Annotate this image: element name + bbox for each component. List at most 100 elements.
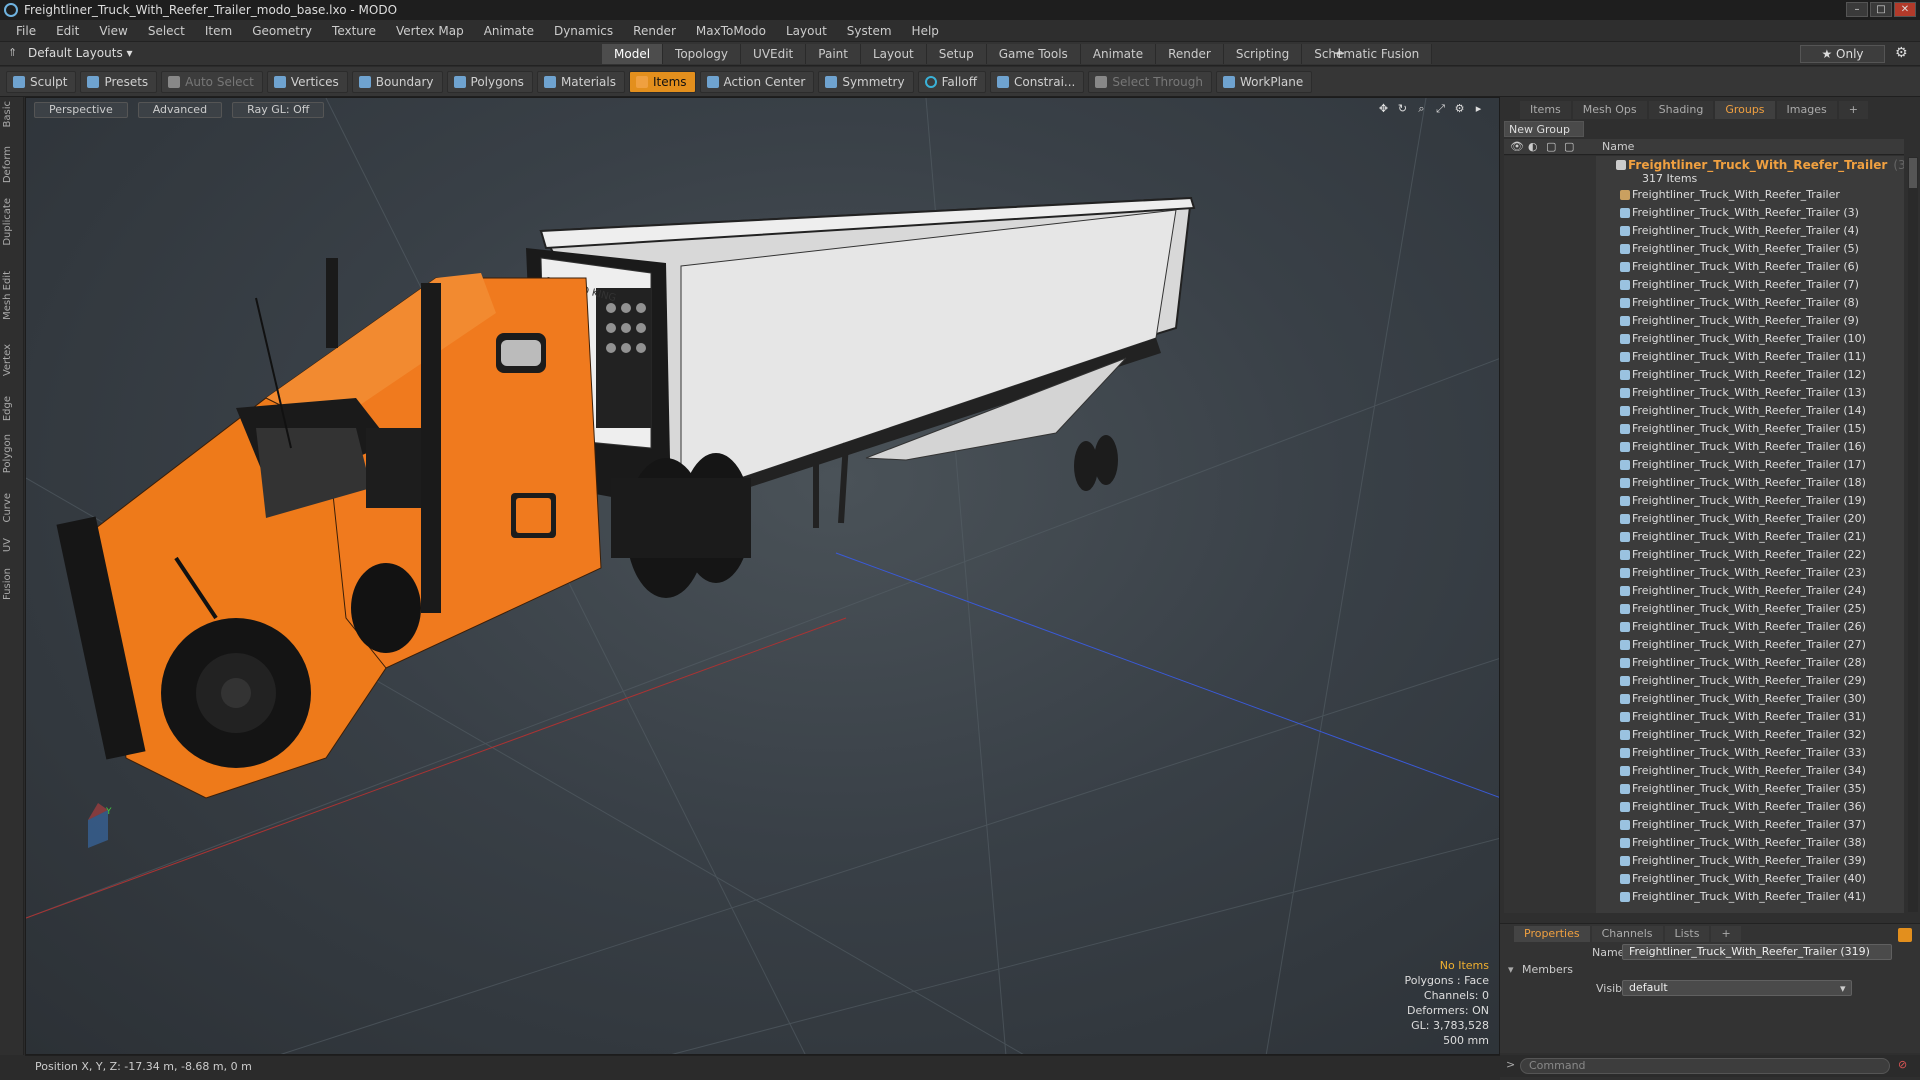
list-item[interactable]: Freightliner_Truck_With_Reefer_Trailer (…	[1504, 294, 1904, 312]
menu-item-geometry[interactable]: Geometry	[242, 24, 322, 38]
list-item[interactable]: Freightliner_Truck_With_Reefer_Trailer (…	[1504, 618, 1904, 636]
list-item[interactable]: Freightliner_Truck_With_Reefer_Trailer (…	[1504, 780, 1904, 798]
menu-item-animate[interactable]: Animate	[474, 24, 544, 38]
layout-selector[interactable]: Default Layouts ▾	[28, 46, 133, 60]
list-item[interactable]: Freightliner_Truck_With_Reefer_Trailer (…	[1504, 798, 1904, 816]
menu-item-help[interactable]: Help	[902, 24, 949, 38]
list-item[interactable]: Freightliner_Truck_With_Reefer_Trailer (…	[1504, 600, 1904, 618]
list-item[interactable]: Freightliner_Truck_With_Reefer_Trailer (…	[1504, 636, 1904, 654]
toolbar-constrai-button[interactable]: Constrai...	[990, 70, 1085, 93]
left-tab-uv[interactable]: UV	[2, 538, 22, 552]
menu-item-texture[interactable]: Texture	[322, 24, 386, 38]
toolbar-items-button[interactable]: Items	[628, 70, 696, 93]
right-tab-items[interactable]: Items	[1520, 101, 1571, 119]
left-tab-fusion[interactable]: Fusion	[2, 568, 22, 600]
menu-item-system[interactable]: System	[837, 24, 902, 38]
add-layout-tab-icon[interactable]: +	[1333, 44, 1346, 62]
right-tab-add[interactable]: +	[1838, 101, 1868, 119]
list-item[interactable]: Freightliner_Truck_With_Reefer_Trailer (…	[1504, 456, 1904, 474]
list-item[interactable]: Freightliner_Truck_With_Reefer_Trailer (…	[1504, 726, 1904, 744]
menu-item-render[interactable]: Render	[623, 24, 686, 38]
maximize-button[interactable]: □	[1870, 2, 1892, 17]
left-tab-edge[interactable]: Edge	[2, 396, 22, 421]
new-group-button[interactable]: New Group	[1504, 121, 1584, 137]
tab-animate[interactable]: Animate	[1080, 44, 1157, 64]
toolbar-action-center-button[interactable]: Action Center	[699, 70, 815, 93]
left-tab-duplicate[interactable]: Duplicate	[2, 198, 22, 246]
menu-item-view[interactable]: View	[89, 24, 137, 38]
list-item[interactable]: Freightliner_Truck_With_Reefer_Trailer (…	[1504, 816, 1904, 834]
toolbar-workplane-button[interactable]: WorkPlane	[1215, 70, 1313, 93]
members-collapse-icon[interactable]: ▾	[1508, 963, 1514, 976]
render-toggle-icon[interactable]: ◐	[1528, 139, 1538, 155]
list-item[interactable]: Freightliner_Truck_With_Reefer_Trailer (…	[1504, 348, 1904, 366]
list-item[interactable]: Freightliner_Truck_With_Reefer_Trailer (…	[1504, 222, 1904, 240]
side-orange-tab[interactable]	[1898, 928, 1912, 942]
list-item[interactable]: Freightliner_Truck_With_Reefer_Trailer (…	[1504, 852, 1904, 870]
list-item[interactable]: Freightliner_Truck_With_Reefer_Trailer (…	[1504, 474, 1904, 492]
left-tab-basic[interactable]: Basic	[2, 101, 22, 127]
list-item[interactable]: Freightliner_Truck_With_Reefer_Trailer (…	[1504, 438, 1904, 456]
list-item[interactable]: Freightliner_Truck_With_Reefer_Trailer (…	[1504, 582, 1904, 600]
props-tab-channels[interactable]: Channels	[1591, 926, 1663, 942]
right-tab-mesh-ops[interactable]: Mesh Ops	[1572, 101, 1647, 119]
left-tab-polygon[interactable]: Polygon	[2, 434, 22, 473]
toolbar-vertices-button[interactable]: Vertices	[266, 70, 348, 93]
list-item[interactable]: Freightliner_Truck_With_Reefer_Trailer (…	[1504, 276, 1904, 294]
left-tab-mesh-edit[interactable]: Mesh Edit	[2, 271, 22, 320]
list-item[interactable]: Freightliner_Truck_With_Reefer_Trailer (…	[1504, 312, 1904, 330]
menu-item-maxtomodo[interactable]: MaxToModo	[686, 24, 776, 38]
left-tab-deform[interactable]: Deform	[2, 146, 22, 183]
tab-topology[interactable]: Topology	[663, 44, 742, 64]
list-item[interactable]: Freightliner_Truck_With_Reefer_Trailer (…	[1504, 420, 1904, 438]
tab-paint[interactable]: Paint	[806, 44, 861, 64]
minimize-button[interactable]: –	[1846, 2, 1868, 17]
right-tab-images[interactable]: Images	[1776, 101, 1837, 119]
toolbar-presets-button[interactable]: Presets	[80, 70, 158, 93]
menu-item-item[interactable]: Item	[195, 24, 242, 38]
lock-column-icon[interactable]: ▢	[1546, 139, 1556, 155]
props-tab-lists[interactable]: Lists	[1664, 926, 1710, 942]
tab-layout[interactable]: Layout	[860, 44, 927, 64]
list-item[interactable]: Freightliner_Truck_With_Reefer_Trailer (…	[1504, 204, 1904, 222]
toolbar-symmetry-button[interactable]: Symmetry	[818, 70, 914, 93]
list-item[interactable]: Freightliner_Truck_With_Reefer_Trailer (…	[1504, 744, 1904, 762]
menu-item-vertex-map[interactable]: Vertex Map	[386, 24, 474, 38]
menu-item-layout[interactable]: Layout	[776, 24, 837, 38]
tab-uvedit[interactable]: UVEdit	[741, 44, 807, 64]
command-input[interactable]: Command	[1520, 1058, 1890, 1074]
list-item[interactable]: Freightliner_Truck_With_Reefer_Trailer (…	[1504, 672, 1904, 690]
chevron-down-icon[interactable]: ▾	[1840, 982, 1846, 995]
list-item[interactable]: Freightliner_Truck_With_Reefer_Trailer (…	[1504, 240, 1904, 258]
tab-scripting[interactable]: Scripting	[1223, 44, 1303, 64]
toolbar-falloff-button[interactable]: Falloff	[917, 70, 986, 93]
tab-game-tools[interactable]: Game Tools	[986, 44, 1081, 64]
command-clear-icon[interactable]: ⊘	[1898, 1058, 1907, 1071]
tree-scrollbar[interactable]	[1908, 157, 1918, 912]
list-item[interactable]: Freightliner_Truck_With_Reefer_Trailer (…	[1504, 258, 1904, 276]
list-item[interactable]: Freightliner_Truck_With_Reefer_Trailer (…	[1504, 402, 1904, 420]
left-tab-vertex[interactable]: Vertex	[2, 344, 22, 376]
tab-render[interactable]: Render	[1156, 44, 1224, 64]
tab-model[interactable]: Model	[602, 44, 664, 64]
list-item[interactable]: Freightliner_Truck_With_Reefer_Trailer (…	[1504, 708, 1904, 726]
list-item[interactable]: Freightliner_Truck_With_Reefer_Trailer (…	[1504, 384, 1904, 402]
toolbar-polygons-button[interactable]: Polygons	[446, 70, 533, 93]
list-item[interactable]: Freightliner_Truck_With_Reefer_Trailer (…	[1504, 546, 1904, 564]
name-column-header[interactable]: Name	[1602, 139, 1634, 155]
list-item[interactable]: Freightliner_Truck_With_Reefer_Trailer (…	[1504, 654, 1904, 672]
close-button[interactable]: ✕	[1894, 2, 1916, 17]
list-item[interactable]: Freightliner_Truck_With_Reefer_Trailer (…	[1504, 564, 1904, 582]
menu-item-select[interactable]: Select	[138, 24, 195, 38]
tab-schematic-fusion[interactable]: Schematic Fusion	[1302, 44, 1433, 64]
group-name-field[interactable]: Freightliner_Truck_With_Reefer_Trailer (…	[1622, 944, 1892, 960]
right-tab-shading[interactable]: Shading	[1648, 101, 1714, 119]
list-item[interactable]: Freightliner_Truck_With_Reefer_Trailer	[1504, 186, 1904, 204]
list-item[interactable]: Freightliner_Truck_With_Reefer_Trailer (…	[1504, 690, 1904, 708]
select-column-icon[interactable]: ▢	[1564, 139, 1574, 155]
toolbar-auto-select-button[interactable]: Auto Select	[161, 70, 263, 93]
toolbar-boundary-button[interactable]: Boundary	[351, 70, 443, 93]
visibility-icon[interactable]: 👁	[1510, 139, 1524, 155]
right-tab-groups[interactable]: Groups	[1715, 101, 1775, 119]
list-item[interactable]: Freightliner_Truck_With_Reefer_Trailer (…	[1504, 330, 1904, 348]
